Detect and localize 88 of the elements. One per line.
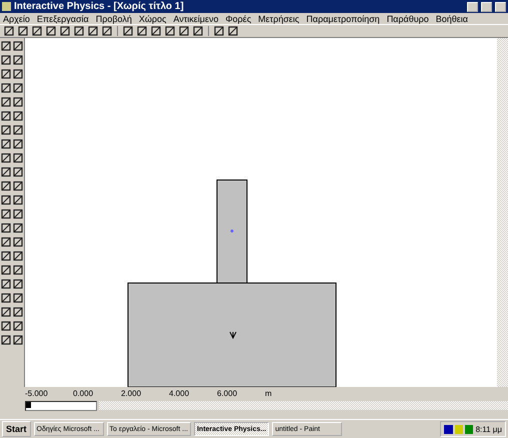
tool-icon[interactable]: [136, 25, 148, 37]
tool-icon[interactable]: [0, 138, 12, 150]
slider-thumb[interactable]: [26, 402, 31, 408]
tool-icon[interactable]: [12, 292, 24, 304]
tool-icon[interactable]: [0, 68, 12, 80]
tool-icon[interactable]: [0, 264, 12, 276]
tool-icon[interactable]: [0, 278, 12, 290]
minimize-button[interactable]: [467, 2, 478, 12]
tool-icon[interactable]: [0, 208, 12, 220]
tool-icon[interactable]: [12, 250, 24, 262]
menu-item[interactable]: Παράθυρο: [386, 14, 429, 24]
tool-icon[interactable]: [101, 25, 113, 37]
tool-icon[interactable]: [0, 334, 12, 346]
tool-icon[interactable]: [12, 138, 24, 150]
tool-icon[interactable]: [0, 166, 12, 178]
ruler-label: 0.000: [73, 389, 94, 398]
tool-icon[interactable]: [12, 194, 24, 206]
window-title: Interactive Physics - [Χωρίς τίτλο 1]: [14, 1, 185, 12]
tool-icon[interactable]: [12, 82, 24, 94]
tool-icon[interactable]: [3, 25, 15, 37]
menu-item[interactable]: Φορές: [226, 14, 252, 24]
tool-icon[interactable]: [0, 320, 12, 332]
tool-icon[interactable]: [12, 236, 24, 248]
tool-icon[interactable]: [45, 25, 57, 37]
tool-icon[interactable]: [0, 40, 12, 52]
tray-icon[interactable]: [444, 424, 474, 434]
small-rectangle[interactable]: [216, 180, 248, 284]
tool-icon[interactable]: [0, 96, 12, 108]
ruler-label: 2.000: [121, 389, 142, 398]
tool-icon[interactable]: [150, 25, 162, 37]
tool-icon[interactable]: [59, 25, 71, 37]
menu-item[interactable]: Επεξεργασία: [36, 14, 89, 24]
ruler-label: 4.000: [169, 389, 190, 398]
tool-icon[interactable]: [164, 25, 176, 37]
menu-item[interactable]: Παραμετροποίηση: [306, 14, 380, 24]
app-icon: [2, 2, 11, 11]
tool-icon[interactable]: [12, 96, 24, 108]
tool-icon[interactable]: [0, 124, 12, 136]
vertical-scrollbar[interactable]: [497, 38, 508, 387]
tool-icon[interactable]: [178, 25, 190, 37]
tool-icon[interactable]: [227, 25, 239, 37]
tool-icon[interactable]: [12, 166, 24, 178]
tool-icon[interactable]: [192, 25, 204, 37]
horizontal-scrollbar[interactable]: [99, 401, 508, 410]
menu-item[interactable]: Αντικείμενο: [173, 14, 218, 24]
tool-icon[interactable]: [0, 54, 12, 66]
tool-icon[interactable]: [12, 278, 24, 290]
menu-item[interactable]: Βοήθεια: [436, 14, 468, 24]
tool-icon[interactable]: [0, 110, 12, 122]
tool-icon[interactable]: [0, 222, 12, 234]
ruler-label: -5.000: [25, 389, 49, 398]
tool-icon[interactable]: [0, 180, 12, 192]
tool-icon[interactable]: [12, 110, 24, 122]
close-button[interactable]: [495, 2, 506, 12]
tool-icon[interactable]: [0, 250, 12, 262]
tool-icon[interactable]: [12, 320, 24, 332]
ruler-label: m: [265, 389, 273, 398]
tool-icon[interactable]: [12, 40, 24, 52]
tool-icon[interactable]: [12, 208, 24, 220]
tool-icon[interactable]: [12, 222, 24, 234]
start-button[interactable]: Start: [2, 421, 31, 437]
tool-icon[interactable]: [0, 236, 12, 248]
tool-icon[interactable]: [12, 306, 24, 318]
maximize-button[interactable]: [481, 2, 492, 12]
clock: 8:11 μμ: [476, 424, 502, 434]
menu-item[interactable]: Αρχείο: [3, 14, 30, 24]
tool-icon[interactable]: [0, 152, 12, 164]
tool-icon[interactable]: [12, 264, 24, 276]
tool-icon[interactable]: [0, 82, 12, 94]
menu-item[interactable]: Μετρήσεις: [258, 14, 300, 24]
tool-icon[interactable]: [31, 25, 43, 37]
tool-icon[interactable]: [87, 25, 99, 37]
tool-icon[interactable]: [12, 152, 24, 164]
tool-icon[interactable]: [12, 54, 24, 66]
tool-icon[interactable]: [12, 180, 24, 192]
tool-icon[interactable]: [122, 25, 134, 37]
ruler-label: 6.000: [217, 389, 238, 398]
tool-icon[interactable]: [0, 194, 12, 206]
tool-icon[interactable]: [0, 306, 12, 318]
tool-icon[interactable]: [213, 25, 225, 37]
tool-icon[interactable]: [0, 292, 12, 304]
tool-icon[interactable]: [73, 25, 85, 37]
menu-item[interactable]: Χώρος: [138, 14, 166, 24]
tool-icon[interactable]: [17, 25, 29, 37]
tool-icon[interactable]: [12, 334, 24, 346]
tool-icon[interactable]: [12, 124, 24, 136]
tool-icon[interactable]: [12, 68, 24, 80]
menu-item[interactable]: Προβολή: [96, 14, 132, 24]
